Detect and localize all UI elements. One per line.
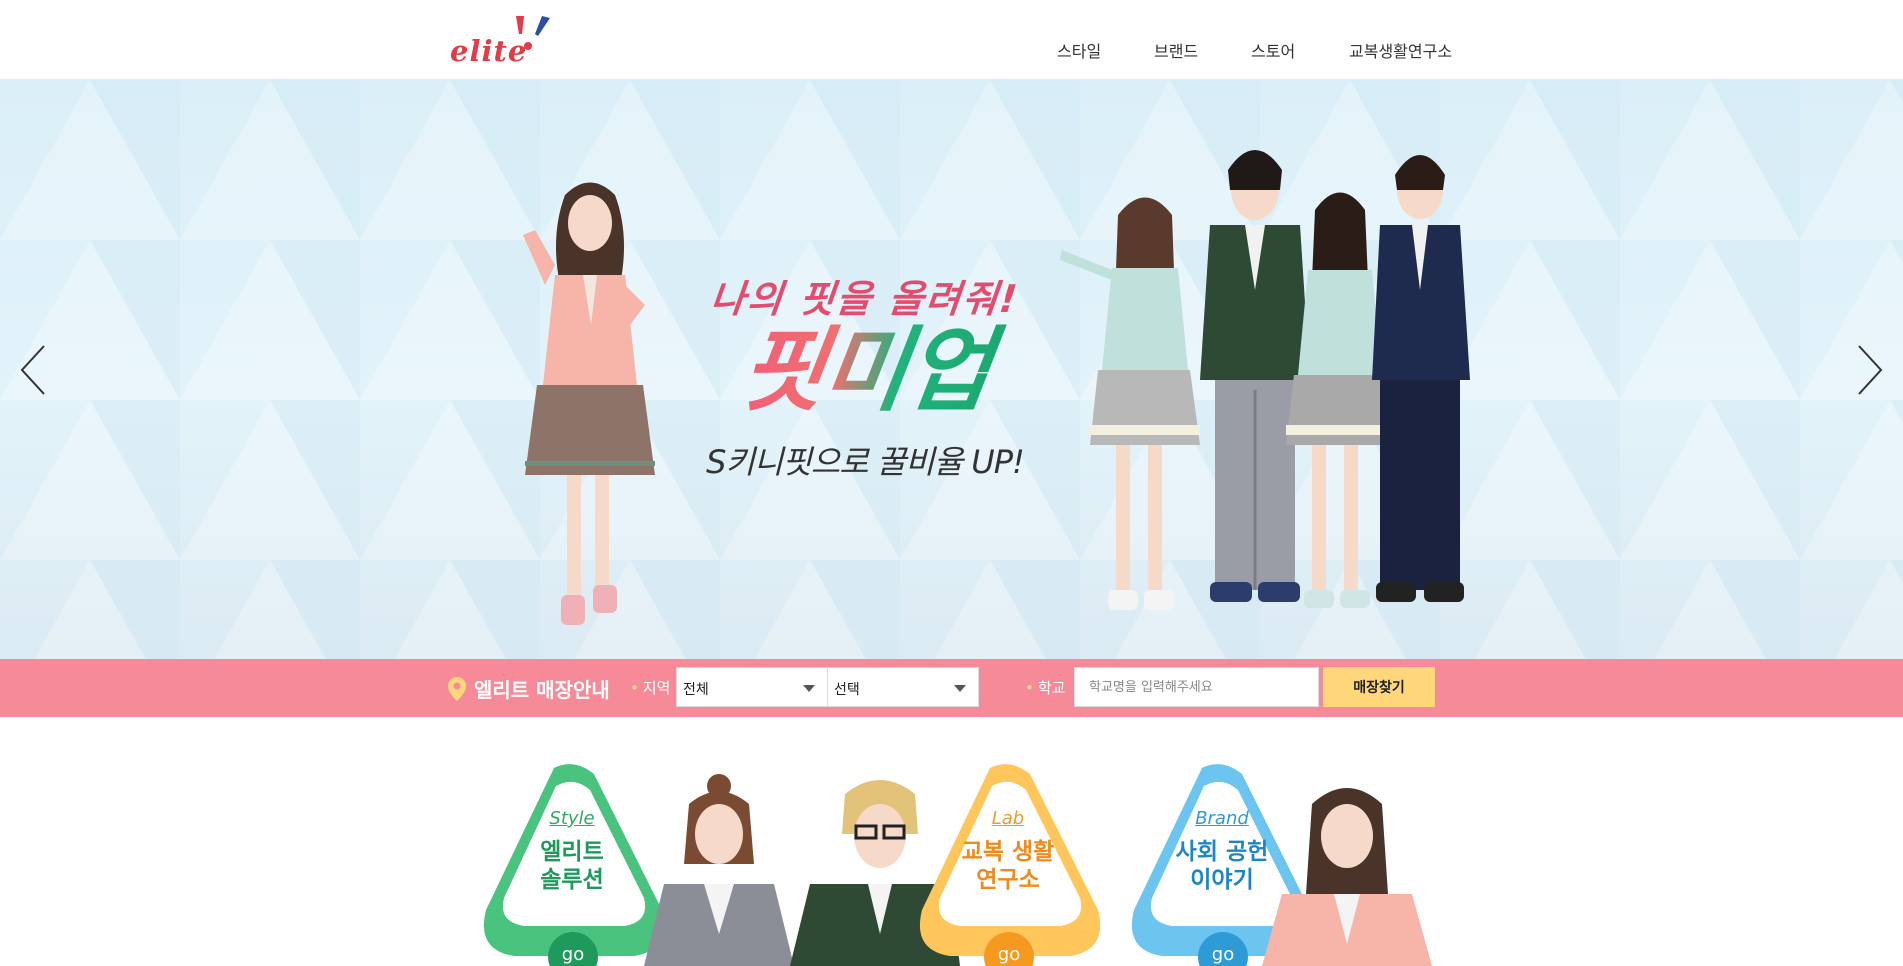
- promo-brand[interactable]: Brand 사회 공헌 이야기 go: [1122, 760, 1442, 966]
- store-title: 엘리트 매장안내: [448, 674, 610, 703]
- prev-slide-arrow-icon[interactable]: [14, 340, 54, 400]
- headline-line1: 나의 핏을 올려줘!: [708, 277, 1022, 321]
- promo-style-sub: Style: [549, 808, 595, 829]
- find-store-button[interactable]: 매장찾기: [1323, 667, 1435, 707]
- model-girl-left: [523, 182, 655, 625]
- school-label: 학교: [1025, 677, 1066, 698]
- elite-logo[interactable]: elite: [450, 14, 550, 68]
- store-search-bar: 엘리트 매장안내 지역 전체 선택 학교 매장찾기: [0, 659, 1903, 717]
- headline-line3: S키니핏으로 꿀비율 UP!: [706, 443, 1025, 481]
- next-slide-arrow-icon[interactable]: [1849, 340, 1889, 400]
- headline-line2: 핏미업: [698, 317, 1033, 424]
- school-input[interactable]: [1074, 667, 1319, 707]
- location-pin-icon: [448, 676, 466, 701]
- promo-lab[interactable]: Lab 교복 생활 연구소 go: [790, 760, 1110, 966]
- hero-banner: 나의 핏을 올려줘! 핏미업 S키니핏으로 꿀비율 UP!: [0, 80, 1903, 659]
- chevron-down-icon: [954, 685, 966, 692]
- region-select-2-value: 선택: [834, 682, 860, 698]
- promo-lab-title: 교복 생활 연구소: [961, 839, 1055, 893]
- nav-uniform-lab[interactable]: 교복생활연구소: [1349, 38, 1452, 62]
- promo-style-title: 엘리트 솔루션: [540, 839, 604, 893]
- model-group-right: [1060, 150, 1470, 610]
- region-select-1[interactable]: 전체: [676, 667, 828, 707]
- nav-style[interactable]: 스타일: [1057, 38, 1101, 62]
- site-header: elite 스타일 브랜드 스토어 교복생활연구소: [0, 0, 1903, 80]
- store-title-label: 엘리트 매장안내: [474, 678, 610, 702]
- logo-mark-icon: [516, 16, 550, 50]
- hero-headline: 나의 핏을 올려줘! 핏미업 S키니핏으로 꿀비율 UP!: [705, 268, 1025, 483]
- promo-style-model: [644, 774, 794, 966]
- promo-lab-sub: Lab: [991, 808, 1025, 829]
- region-label: 지역: [630, 677, 671, 698]
- region-select-2[interactable]: 선택: [827, 667, 979, 707]
- chevron-down-icon: [803, 685, 815, 692]
- region-select-1-value: 전체: [683, 682, 709, 698]
- promo-brand-model: [1262, 788, 1432, 966]
- nav-brand[interactable]: 브랜드: [1154, 38, 1198, 62]
- promo-style[interactable]: Style 엘리트 솔루션 go: [474, 760, 794, 966]
- nav-store[interactable]: 스토어: [1251, 38, 1295, 62]
